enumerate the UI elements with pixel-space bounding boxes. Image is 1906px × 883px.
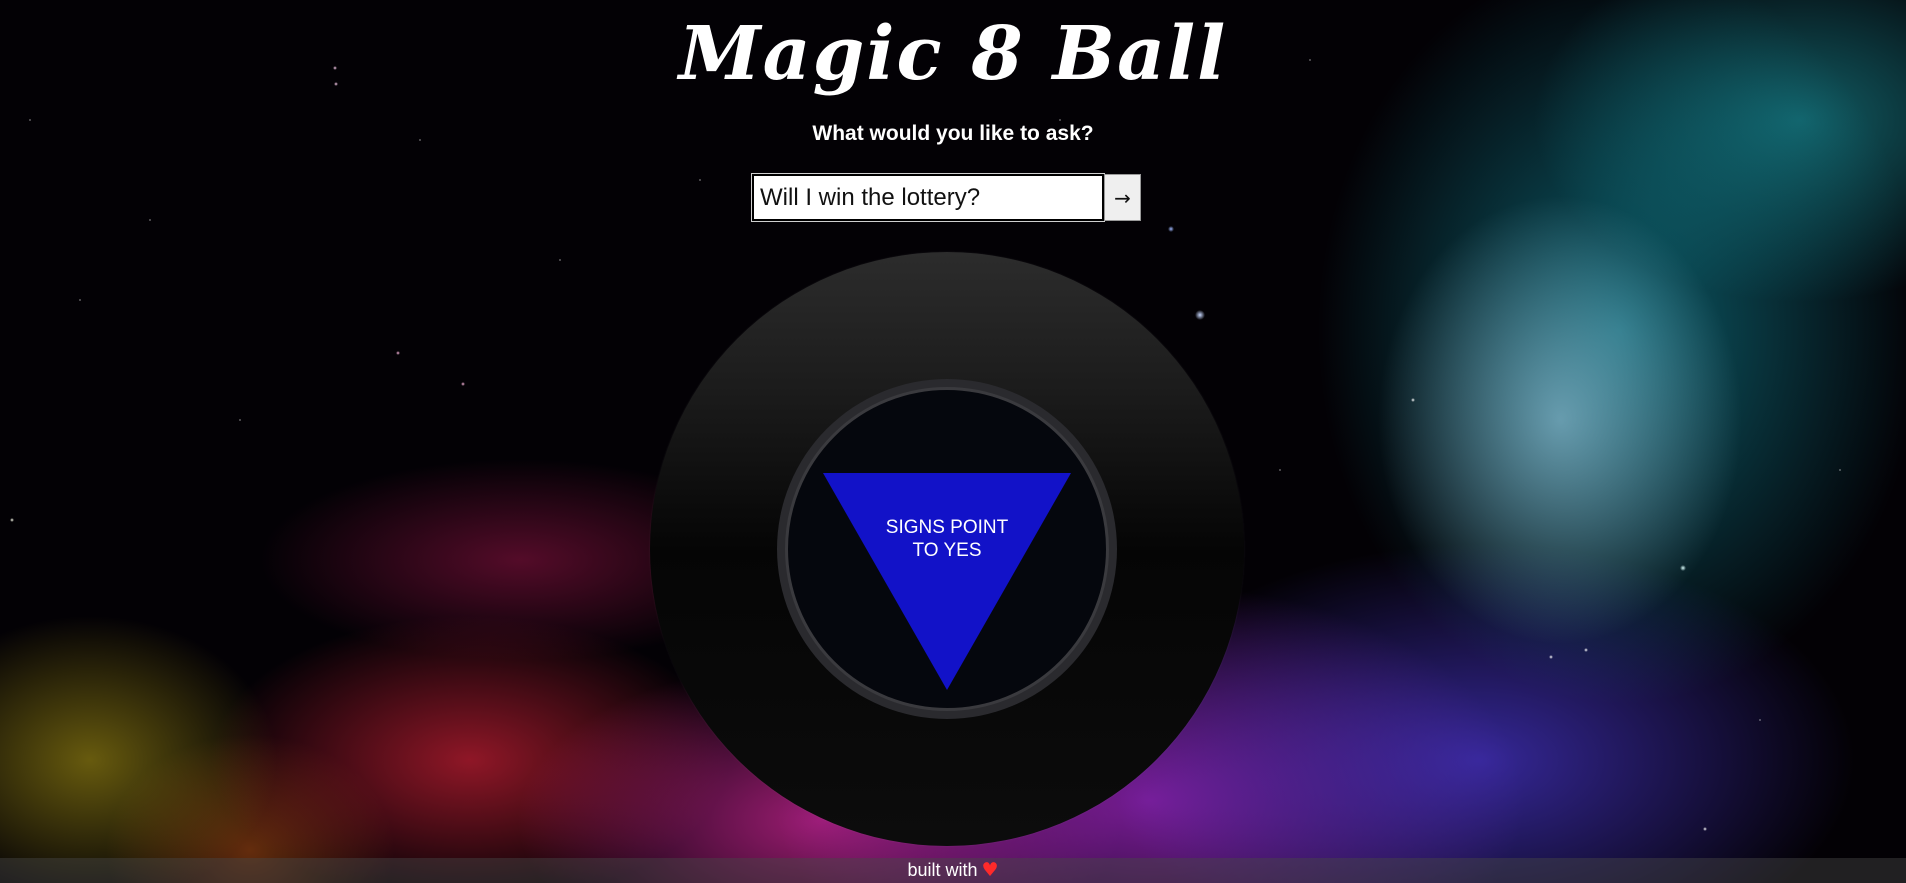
heart-icon: ♥ <box>981 859 999 881</box>
magic-8-ball[interactable]: SIGNS POINT TO YES <box>650 252 1244 846</box>
answer-text: SIGNS POINT TO YES <box>885 517 1009 561</box>
footer-text: built with <box>907 860 978 880</box>
answer-triangle <box>823 473 1071 690</box>
submit-button[interactable]: → <box>1104 174 1141 221</box>
question-input[interactable] <box>751 173 1105 222</box>
ask-form: → <box>751 173 1141 222</box>
footer: built with ♥ <box>0 858 1906 883</box>
triangle-shape <box>823 473 1071 690</box>
page-title: Magic 8 Ball <box>678 11 1228 97</box>
question-prompt: What would you like to ask? <box>812 122 1094 145</box>
